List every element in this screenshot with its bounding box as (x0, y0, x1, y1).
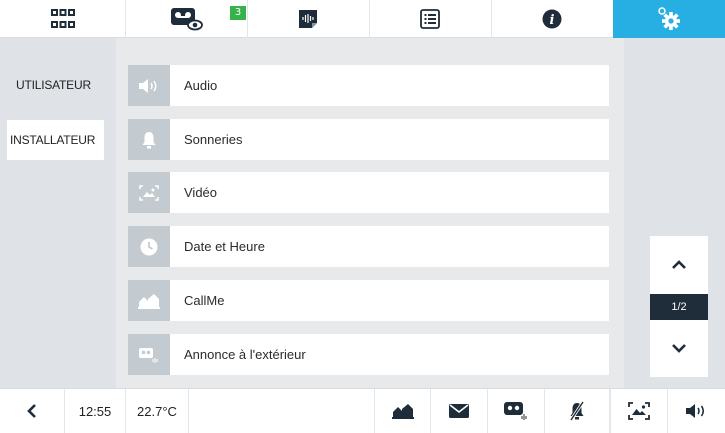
page-indicator: 1/2 (650, 294, 708, 320)
svg-text:i: i (550, 13, 555, 28)
menu-item-label: CallMe (184, 293, 225, 308)
callme-houses-icon (391, 403, 414, 419)
speaker-icon (128, 65, 170, 106)
outdoor-announce-icon (128, 334, 170, 375)
menu-item-label: Audio (184, 78, 218, 93)
messages-status[interactable] (431, 389, 488, 433)
grid-icon (50, 9, 75, 29)
voicemail-audio-icon (503, 401, 529, 421)
menu-item-sonneries[interactable]: Sonneries (128, 119, 609, 160)
sidebar-item-label: UTILISATEUR (16, 78, 91, 92)
menu-item-date-et-heure[interactable]: Date et Heure (128, 226, 609, 267)
tab-audio-messages[interactable] (247, 0, 370, 38)
video-image-icon (628, 402, 650, 420)
menu-item-audio[interactable]: Audio (128, 65, 609, 106)
chevron-up-icon (671, 260, 687, 270)
sidebar-item-installateur[interactable]: INSTALLATEUR (7, 120, 104, 160)
bell-muted-icon (568, 401, 586, 421)
envelope-icon (449, 404, 469, 418)
audio-message-icon (298, 9, 318, 29)
menu-item-label: Date et Heure (184, 239, 265, 254)
speaker-icon (685, 403, 709, 419)
volume-status[interactable] (668, 389, 725, 433)
voicemail-eye-icon (169, 6, 203, 32)
sidebar-item-utilisateur[interactable]: UTILISATEUR (7, 65, 104, 105)
bell-icon (128, 119, 170, 160)
page-up-button[interactable] (650, 239, 708, 291)
video-status[interactable] (610, 389, 668, 433)
tab-home-grid[interactable] (0, 0, 126, 38)
temperature-readout: 22.7°C (126, 389, 189, 433)
sidebar-item-label: INSTALLATEUR (10, 133, 96, 147)
tab-info[interactable]: i (491, 0, 614, 38)
callme-status[interactable] (374, 389, 431, 433)
menu-item-video[interactable]: Vidéo (128, 172, 609, 213)
menu-item-label: Annonce à l'extérieur (184, 347, 306, 362)
menu-item-label: Vidéo (184, 185, 218, 200)
menu-item-callme[interactable]: CallMe (128, 280, 609, 321)
clock-icon (128, 226, 170, 267)
tab-list[interactable] (369, 0, 492, 38)
pager: 1/2 (650, 236, 708, 377)
video-image-icon (128, 172, 170, 213)
info-icon: i (542, 9, 562, 29)
menu-item-annonce-exterieur[interactable]: Annonce à l'extérieur (128, 334, 609, 375)
ringer-mute-status[interactable] (545, 389, 610, 433)
back-button[interactable] (0, 389, 65, 433)
callme-houses-icon (128, 280, 170, 321)
bottom-status-bar: 12:55 22.7°C (0, 388, 725, 433)
back-arrow-icon (27, 403, 37, 419)
gear-icon (657, 6, 681, 32)
clock-time: 12:55 (65, 389, 126, 433)
list-icon (420, 9, 440, 29)
page-down-button[interactable] (650, 322, 708, 374)
tab-settings[interactable] (613, 0, 725, 38)
settings-sidebar: UTILISATEUR INSTALLATEUR (0, 38, 116, 388)
unread-count-badge: 3 (230, 6, 246, 20)
top-navigation-bar: 3 i (0, 0, 725, 38)
outdoor-announce-status[interactable] (488, 389, 545, 433)
chevron-down-icon (671, 343, 687, 353)
tab-voicemail-view[interactable]: 3 (125, 0, 248, 38)
menu-item-label: Sonneries (184, 132, 243, 147)
